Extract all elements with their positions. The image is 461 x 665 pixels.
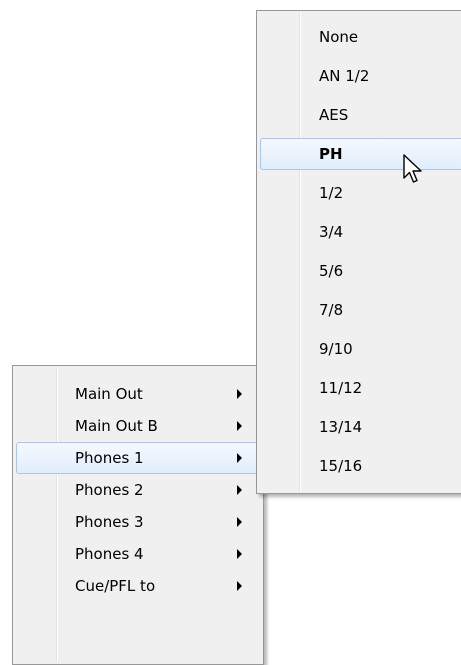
menu-item-label: Main Out [75, 385, 143, 403]
menu-item-phones-4[interactable]: Phones 4 [16, 538, 260, 570]
chevron-right-icon [237, 389, 242, 399]
submenu-item-an-1-2[interactable]: AN 1/2 [260, 60, 461, 92]
submenu-item-label: None [319, 28, 359, 46]
submenu-item-label: 9/10 [319, 340, 353, 358]
submenu-item-7-8[interactable]: 7/8 [260, 294, 461, 326]
menu-item-cue-pfl-to[interactable]: Cue/PFL to [16, 570, 260, 602]
mouse-pointer-icon [403, 154, 422, 183]
menu-item-label: Phones 1 [75, 449, 144, 467]
menu-item-label: Phones 2 [75, 481, 144, 499]
submenu-item-11-12[interactable]: 11/12 [260, 372, 461, 404]
menu-item-label: Cue/PFL to [75, 577, 156, 595]
chevron-right-icon [237, 485, 242, 495]
chevron-right-icon [237, 581, 242, 591]
submenu-item-5-6[interactable]: 5/6 [260, 255, 461, 287]
menu-item-main-out-b[interactable]: Main Out B [16, 410, 260, 442]
chevron-right-icon [237, 453, 242, 463]
chevron-right-icon [237, 549, 242, 559]
submenu-item-15-16[interactable]: 15/16 [260, 450, 461, 482]
submenu-item-label: 15/16 [319, 457, 363, 475]
submenu-item-none[interactable]: None [260, 21, 461, 53]
chevron-right-icon [237, 421, 242, 431]
submenu-item-label: 7/8 [319, 301, 344, 319]
menu-item-main-out[interactable]: Main Out [16, 378, 260, 410]
menu-item-label: Phones 3 [75, 513, 144, 531]
submenu-item-label: AN 1/2 [319, 67, 370, 85]
submenu-item-9-10[interactable]: 9/10 [260, 333, 461, 365]
submenu-item-label: 13/14 [319, 418, 363, 436]
menu-item-phones-3[interactable]: Phones 3 [16, 506, 260, 538]
menu-item-label: Main Out B [75, 417, 158, 435]
chevron-right-icon [237, 517, 242, 527]
submenu-item-label: 5/6 [319, 262, 344, 280]
submenu-item-label: AES [319, 106, 349, 124]
submenu-item-label: 3/4 [319, 223, 344, 241]
menu-item-phones-2[interactable]: Phones 2 [16, 474, 260, 506]
submenu: None AN 1/2 AES PH 1/2 3/4 5/6 7/8 9/10 … [256, 10, 461, 494]
menu-item-label: Phones 4 [75, 545, 144, 563]
submenu-item-label: 11/12 [319, 379, 363, 397]
menu-item-phones-1[interactable]: Phones 1 [16, 442, 260, 474]
context-menu: Main Out Main Out B Phones 1 Phones 2 Ph… [12, 365, 264, 665]
submenu-item-1-2[interactable]: 1/2 [260, 177, 461, 209]
submenu-item-label: PH [319, 145, 343, 163]
submenu-item-label: 1/2 [319, 184, 344, 202]
submenu-item-3-4[interactable]: 3/4 [260, 216, 461, 248]
submenu-item-aes[interactable]: AES [260, 99, 461, 131]
submenu-item-13-14[interactable]: 13/14 [260, 411, 461, 443]
submenu-item-ph[interactable]: PH [260, 138, 461, 170]
